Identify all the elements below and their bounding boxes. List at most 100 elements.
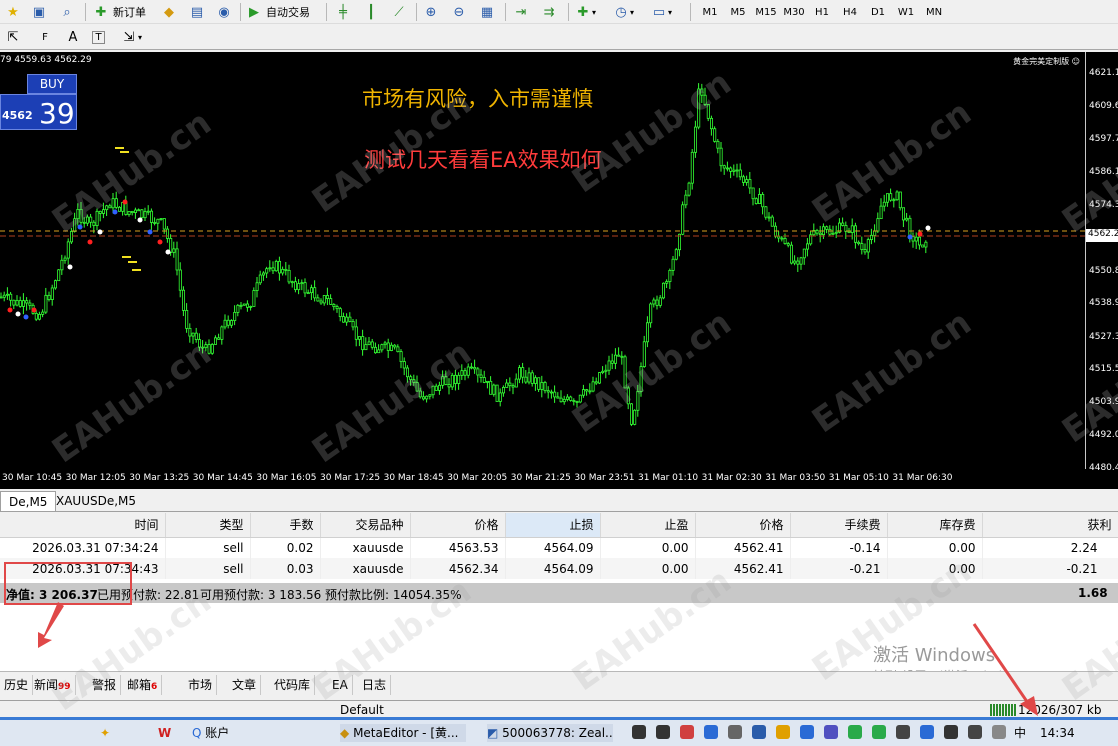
terminal-tab[interactable]: 邮箱6 [123, 675, 163, 695]
tray-app-icon[interactable] [776, 725, 790, 739]
terminal-tab[interactable]: 市场 [184, 675, 218, 695]
tray-app-icon[interactable] [680, 725, 694, 739]
fibonacci-icon[interactable]: F [36, 27, 54, 47]
column-header[interactable]: 价格 [410, 513, 506, 538]
terminal-tab[interactable]: 历史 [0, 675, 34, 695]
timeframe-m5[interactable]: M5 [725, 3, 751, 21]
timeframe-m1[interactable]: M1 [697, 3, 723, 21]
terminal-tab[interactable]: EA [328, 675, 353, 695]
candle-body [594, 381, 598, 384]
timeframe-m30[interactable]: M30 [781, 3, 807, 21]
candle-body [726, 167, 730, 170]
candle-body [431, 385, 435, 396]
text-label-tool-button[interactable]: T [92, 27, 105, 47]
tray-app-icon[interactable] [728, 725, 742, 739]
candle-body [825, 226, 829, 230]
timeframe-h4[interactable]: H4 [837, 3, 863, 21]
tray-app-icon[interactable] [968, 725, 982, 739]
new-order-button[interactable]: ✚ 新订单 [92, 2, 146, 22]
indicators-icon[interactable]: ✚ ▾ [574, 2, 596, 22]
window-icon[interactable]: ▣ [30, 2, 48, 22]
ime-indicator[interactable]: 中 [1014, 724, 1026, 742]
arrows-icon[interactable]: ⇲ ▾ [120, 27, 142, 47]
terminal-tab[interactable]: 代码库 [270, 675, 316, 695]
column-header[interactable]: 类型 [165, 513, 251, 538]
text-tool-button[interactable]: A [64, 27, 82, 47]
candle-body [815, 230, 819, 234]
candle-body [562, 398, 566, 403]
candle-body [700, 88, 704, 96]
sparkle-icon[interactable]: ✦ [100, 724, 110, 742]
column-header[interactable]: 时间 [0, 513, 166, 538]
timeframe-h1[interactable]: H1 [809, 3, 835, 21]
candle-body [780, 237, 784, 240]
price-chart[interactable]: 79 4559.63 4562.29 BUY 4562 39 市场有风险，入市需… [0, 52, 1118, 489]
column-header[interactable]: 止盈 [600, 513, 696, 538]
auto-trading-button[interactable]: ▶ 自动交易 [245, 2, 310, 22]
buy-price-box[interactable]: 4562 39 [0, 94, 77, 130]
tile-windows-icon[interactable]: ▦ [478, 2, 496, 22]
tray-app-icon[interactable] [944, 725, 958, 739]
autoscroll-icon[interactable]: ⇉ [540, 2, 558, 22]
table-row[interactable]: 2026.03.31 07:34:24 sell 0.02 xauusde 4563.5… [0, 537, 1118, 558]
candle-body [710, 117, 714, 130]
column-header[interactable]: 手数 [250, 513, 321, 538]
terminal-tab[interactable]: 文章 [228, 675, 262, 695]
windows-activation-title: 激活 Windows [873, 645, 996, 666]
tray-app-icon[interactable] [992, 725, 1006, 739]
tray-app-icon[interactable] [848, 725, 862, 739]
time-tick: 31 Mar 02:30 [701, 473, 762, 483]
clock-icon[interactable]: ◷ ▾ [612, 2, 634, 22]
tray-app-icon[interactable] [800, 725, 814, 739]
chart-shift-icon[interactable]: ⇥ [512, 2, 530, 22]
buy-button[interactable]: BUY [27, 74, 77, 94]
tray-app-icon[interactable] [896, 725, 910, 739]
timeframe-w1[interactable]: W1 [893, 3, 919, 21]
timeframe-m15[interactable]: M15 [753, 3, 779, 21]
tray-app-icon[interactable] [824, 725, 838, 739]
tray-app-icon[interactable] [704, 725, 718, 739]
candle-body [450, 374, 454, 388]
candle-body [524, 376, 528, 383]
line-chart-icon[interactable]: ⟋ [390, 2, 408, 22]
column-header[interactable]: 手续费 [790, 513, 888, 538]
star-icon[interactable]: ★ [4, 2, 22, 22]
terminal-tab[interactable]: 警报 [88, 675, 122, 695]
template-icon[interactable]: ▭ ▾ [650, 2, 672, 22]
candle-body [18, 300, 22, 307]
zoom-out-icon[interactable]: ⊖ [450, 2, 468, 22]
cursor-icon[interactable]: ⇱ [4, 27, 22, 47]
taskbar-metaeditor[interactable]: ◆ MetaEditor - [黄... [340, 724, 466, 742]
column-header[interactable]: 止损 [505, 513, 601, 538]
clock[interactable]: 14:34 [1040, 724, 1075, 742]
timeframe-mn[interactable]: MN [921, 3, 947, 21]
column-header[interactable]: 交易品种 [320, 513, 411, 538]
terminal-tab[interactable]: 新闻99 [30, 675, 76, 695]
bar-chart-icon[interactable]: ╪ [334, 2, 352, 22]
tray-app-icon[interactable] [656, 725, 670, 739]
taskbar-terminal[interactable]: ◩ 500063778: Zeal... [487, 724, 613, 742]
magnifier-chart-icon[interactable]: ⌕ [58, 2, 76, 22]
table-cell: 4564.09 [505, 558, 601, 579]
eraser-icon[interactable]: ◆ [160, 2, 178, 22]
trade-marker [157, 239, 163, 245]
tray-app-icon[interactable] [920, 725, 934, 739]
tray-app-icon[interactable] [632, 725, 646, 739]
column-header[interactable]: 获利 [982, 513, 1118, 538]
column-header[interactable]: 库存费 [887, 513, 983, 538]
database-icon[interactable]: ▤ [188, 2, 206, 22]
zoom-in-icon[interactable]: ⊕ [422, 2, 440, 22]
tray-app-icon[interactable] [752, 725, 766, 739]
chart-tab-xauusde[interactable]: XAUUSDe,M5 [48, 491, 144, 511]
tray-app-icon[interactable] [872, 725, 886, 739]
timeframe-d1[interactable]: D1 [865, 3, 891, 21]
table-row[interactable]: 2026.03.31 07:34:43 sell 0.03 xauusde 4562.3… [0, 558, 1118, 579]
candle-body [178, 269, 182, 291]
candle-body [876, 218, 880, 232]
candlestick-icon[interactable]: ┃ [362, 2, 380, 22]
wps-icon[interactable]: W [158, 724, 171, 742]
signal-icon[interactable]: ◉ [215, 2, 233, 22]
column-header[interactable]: 价格 [695, 513, 791, 538]
taskbar-account[interactable]: Q 账户 [192, 724, 229, 742]
terminal-tab[interactable]: 日志 [358, 675, 392, 695]
